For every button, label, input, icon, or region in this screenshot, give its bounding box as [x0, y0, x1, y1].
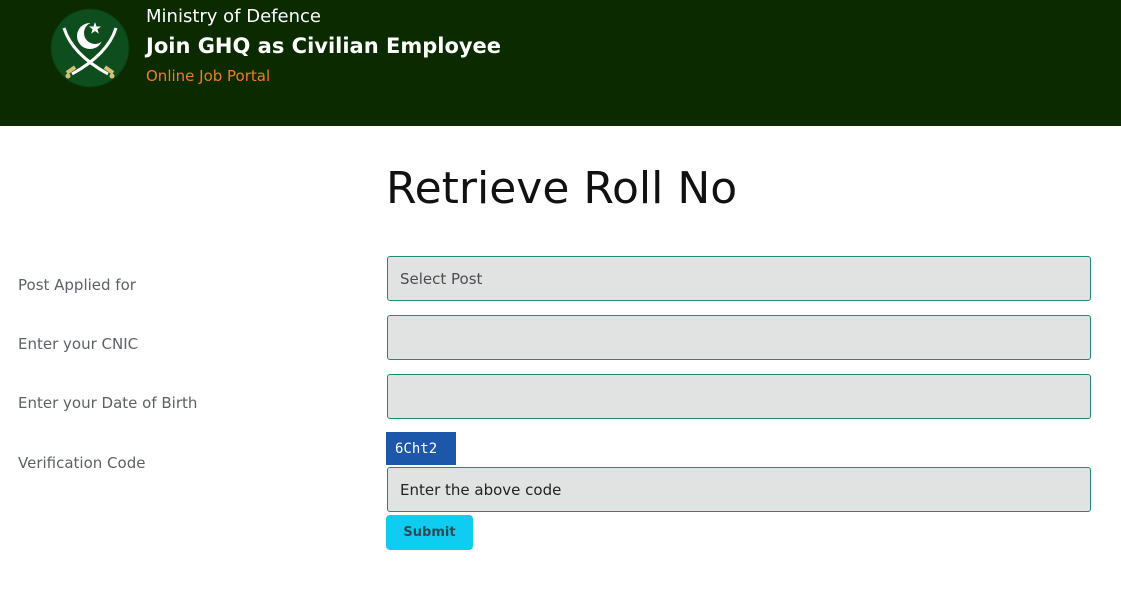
- verification-code-placeholder: Enter the above code: [400, 480, 562, 499]
- verification-code-input[interactable]: Enter the above code: [387, 467, 1091, 512]
- dob-label: Enter your Date of Birth: [18, 394, 198, 412]
- army-logo-icon[interactable]: [50, 8, 130, 88]
- post-select-value: Select Post: [400, 269, 483, 288]
- site-header: Ministry of Defence Join GHQ as Civilian…: [0, 0, 1121, 126]
- captcha-image: 6Cht2: [386, 432, 456, 465]
- captcha-code: 6Cht2: [395, 440, 438, 457]
- cnic-input[interactable]: [387, 315, 1091, 360]
- verification-code-label: Verification Code: [18, 454, 146, 472]
- submit-button[interactable]: Submit: [386, 515, 473, 550]
- cnic-label: Enter your CNIC: [18, 335, 139, 353]
- portal-subtitle: Online Job Portal: [146, 67, 271, 85]
- site-title: Join GHQ as Civilian Employee: [146, 34, 502, 58]
- page-title: Retrieve Roll No: [386, 163, 738, 214]
- dob-input[interactable]: [387, 374, 1091, 419]
- post-select[interactable]: Select Post: [387, 256, 1091, 301]
- ministry-name: Ministry of Defence: [146, 6, 321, 27]
- post-applied-label: Post Applied for: [18, 276, 136, 294]
